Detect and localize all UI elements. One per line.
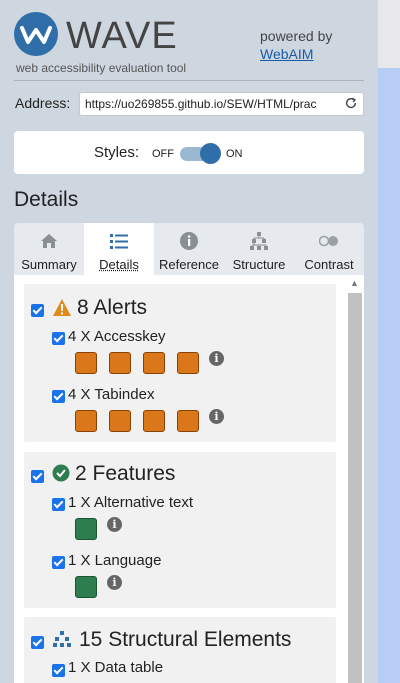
- details-heading: Details: [14, 188, 79, 211]
- address-label: Address:: [15, 95, 71, 111]
- features-card: [24, 452, 336, 608]
- info-icon: [180, 232, 198, 250]
- tabindex-alert-icon[interactable]: [75, 410, 97, 432]
- powered-by-text: powered by: [260, 28, 333, 44]
- language-globe-icon[interactable]: [75, 576, 97, 598]
- alt-text-label: 1 X Alternative text: [68, 494, 194, 511]
- tab-contrast-label: Contrast: [304, 257, 354, 272]
- wave-logo-icon: [14, 12, 58, 56]
- language-info-icon[interactable]: i: [107, 575, 122, 590]
- alert-triangle-icon: [53, 299, 71, 316]
- structure-icon: [250, 232, 268, 250]
- tabindex-alert-icon[interactable]: [177, 410, 199, 432]
- scrollbar[interactable]: [348, 293, 362, 683]
- tab-details[interactable]: Details: [84, 223, 154, 275]
- data-table-checkbox[interactable]: [52, 664, 65, 677]
- contrast-icon: [319, 235, 338, 247]
- accesskey-label: 4 X Accesskey: [68, 328, 166, 345]
- tab-structure[interactable]: Structure: [224, 223, 294, 275]
- structure-tree-icon: [53, 631, 71, 647]
- address-input[interactable]: https://uo269855.github.io/SEW/HTML/prac: [79, 92, 364, 116]
- powered-by: powered by WebAIM: [260, 27, 332, 63]
- address-value: https://uo269855.github.io/SEW/HTML/prac: [85, 97, 317, 111]
- tagline: web accessibility evaluation tool: [16, 61, 187, 75]
- tab-structure-label: Structure: [232, 257, 286, 272]
- accesskey-checkbox[interactable]: [52, 332, 65, 345]
- home-icon: [41, 234, 57, 248]
- tab-bar: Summary Details Reference Structure Cont…: [14, 223, 364, 275]
- list-icon: [110, 234, 128, 249]
- styles-toggle-knob[interactable]: [200, 143, 221, 164]
- feature-check-icon: [52, 464, 70, 482]
- language-label: 1 X Language: [68, 552, 162, 569]
- accesskey-alert-icon[interactable]: [143, 352, 165, 374]
- tabindex-alert-icon[interactable]: [109, 410, 131, 432]
- alt-text-feature-icon[interactable]: [75, 518, 97, 540]
- styles-label: Styles:: [94, 144, 140, 161]
- features-title: 2 Features: [75, 462, 176, 485]
- styles-off-label: OFF: [152, 148, 174, 160]
- accesskey-info-icon[interactable]: i: [209, 351, 224, 366]
- accesskey-alert-icon[interactable]: [177, 352, 199, 374]
- header-divider: [14, 80, 364, 81]
- alerts-checkbox[interactable]: [31, 304, 44, 317]
- tabindex-info-icon[interactable]: i: [209, 409, 224, 424]
- tab-summary[interactable]: Summary: [14, 223, 84, 275]
- refresh-icon[interactable]: [344, 96, 358, 110]
- styles-card: Styles: OFF ON: [14, 131, 364, 174]
- wave-sidebar-panel: WAVE web accessibility evaluation tool p…: [0, 0, 378, 683]
- alt-text-checkbox[interactable]: [52, 498, 65, 511]
- alt-text-info-icon[interactable]: i: [107, 517, 122, 532]
- tab-reference[interactable]: Reference: [154, 223, 224, 275]
- webaim-link[interactable]: WebAIM: [260, 45, 332, 63]
- tab-summary-label: Summary: [21, 257, 77, 272]
- features-checkbox[interactable]: [31, 470, 44, 483]
- language-checkbox[interactable]: [52, 556, 65, 569]
- tabindex-checkbox[interactable]: [52, 390, 65, 403]
- data-table-label: 1 X Data table: [68, 659, 164, 676]
- structural-title: 15 Structural Elements: [79, 628, 292, 651]
- structural-checkbox[interactable]: [31, 636, 44, 649]
- logo-text: WAVE: [66, 15, 178, 57]
- accesskey-alert-icon[interactable]: [109, 352, 131, 374]
- accesskey-alert-icon[interactable]: [75, 352, 97, 374]
- scroll-up-arrow[interactable]: ▲: [350, 278, 359, 288]
- tabindex-label: 4 X Tabindex: [68, 386, 155, 403]
- tab-reference-label: Reference: [159, 257, 219, 272]
- tabindex-alert-icon[interactable]: [143, 410, 165, 432]
- tab-contrast[interactable]: Contrast: [294, 223, 364, 275]
- styles-on-label: ON: [226, 148, 243, 160]
- page-edge: [378, 0, 400, 68]
- tab-details-label: Details: [99, 257, 139, 272]
- alerts-title: 8 Alerts: [77, 296, 148, 319]
